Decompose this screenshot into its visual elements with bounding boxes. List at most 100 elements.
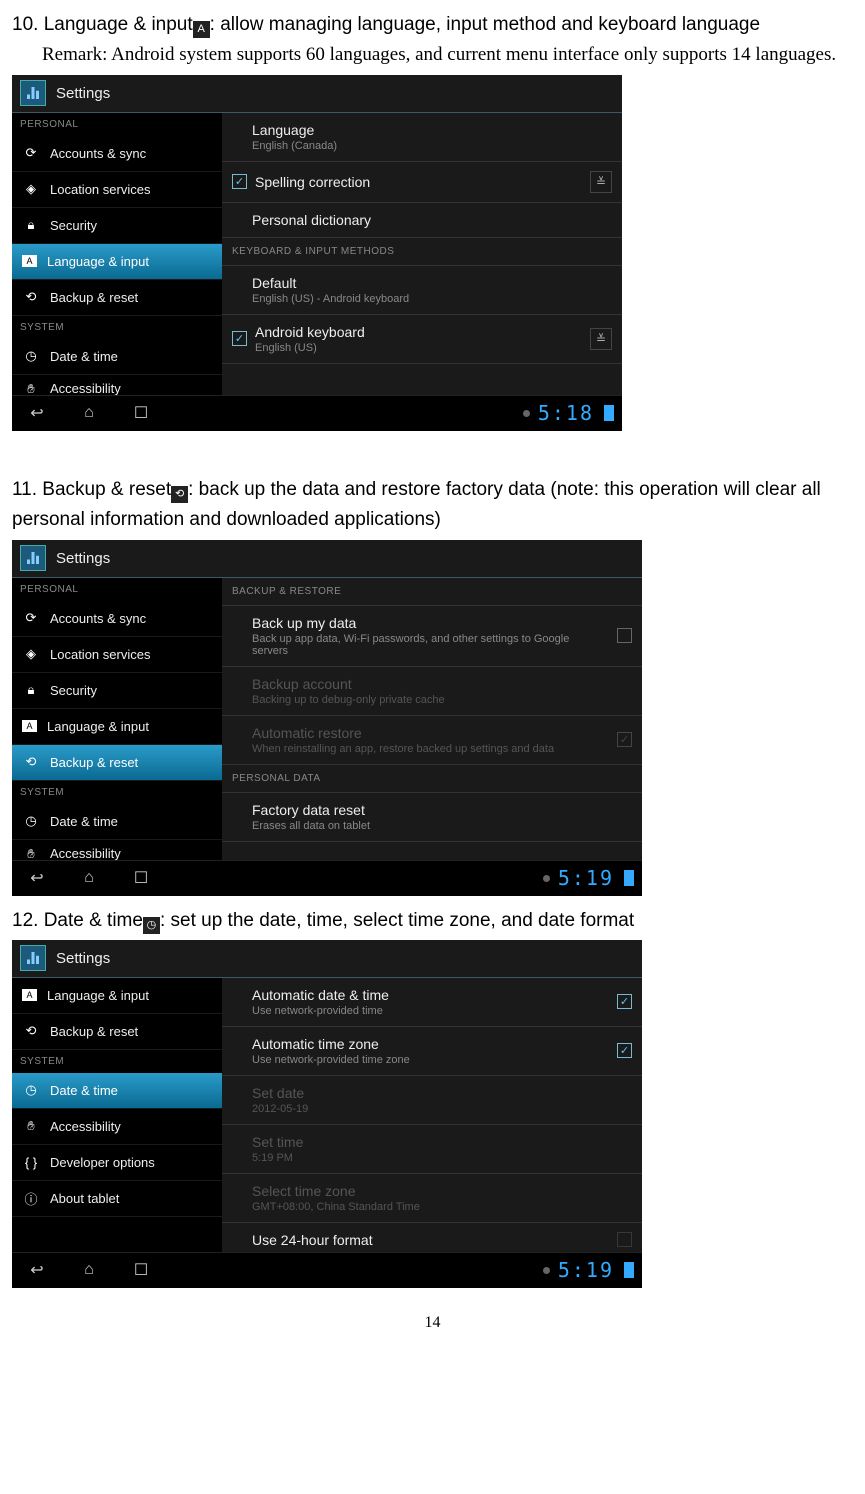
checkbox-checked-icon[interactable]: ✓ xyxy=(232,331,247,346)
nav-back-icon[interactable]: ↩ xyxy=(20,867,54,889)
restore-icon: ⟲ xyxy=(22,289,40,305)
keyboard-icon: A xyxy=(22,720,37,732)
item-auto-timezone[interactable]: Automatic time zoneUse network-provided … xyxy=(222,1027,642,1076)
clock-text: 5:18 xyxy=(538,401,594,425)
nav-home-icon[interactable]: ⌂ xyxy=(72,402,106,424)
tuner-icon[interactable]: ≚ xyxy=(590,328,612,350)
sidebar-item-accessibility[interactable]: ✋︎Accessibility xyxy=(12,840,222,860)
item-spelling[interactable]: ✓Spelling correction≚ xyxy=(222,162,622,203)
settings-content: BACKUP & RESTORE Back up my dataBack up … xyxy=(222,578,642,860)
item-android-kb[interactable]: ✓Android keyboardEnglish (US)≚ xyxy=(222,315,622,364)
hand-icon: ✋︎ xyxy=(22,1118,40,1134)
backup-reset-icon: ⟲ xyxy=(171,486,188,503)
sidebar-group-personal: PERSONAL xyxy=(12,578,222,601)
screenshot-backup-reset: Settings PERSONAL ⟳Accounts & sync ◈Loca… xyxy=(12,540,642,896)
section-10-remark: Remark: Android system supports 60 langu… xyxy=(42,40,853,70)
nav-back-icon[interactable]: ↩ xyxy=(20,402,54,424)
checkbox-empty-icon[interactable] xyxy=(617,628,632,643)
section-10-title: 10. Language & inputA: allow managing la… xyxy=(12,10,853,40)
restore-icon: ⟲ xyxy=(22,754,40,770)
item-backup-account: Backup accountBacking up to debug-only p… xyxy=(222,667,642,716)
sidebar-item-datetime[interactable]: ◷Date & time xyxy=(12,1073,222,1109)
nav-recent-icon[interactable]: ☐ xyxy=(124,867,158,889)
hand-icon: ✋︎ xyxy=(22,381,40,395)
sidebar-group-system: SYSTEM xyxy=(12,1050,222,1073)
restore-icon: ⟲ xyxy=(22,1023,40,1039)
item-select-timezone: Select time zoneGMT+08:00, China Standar… xyxy=(222,1174,642,1223)
battery-icon xyxy=(604,405,614,421)
location-icon: ◈ xyxy=(22,181,40,197)
sidebar-item-security[interactable]: 🔒︎Security xyxy=(12,673,222,709)
sidebar-item-accessibility[interactable]: ✋︎Accessibility xyxy=(12,1109,222,1145)
item-factory-reset[interactable]: Factory data resetErases all data on tab… xyxy=(222,793,642,842)
lock-icon: 🔒︎ xyxy=(22,682,40,698)
keyboard-icon: A xyxy=(22,989,37,1001)
sidebar-item-language[interactable]: ALanguage & input xyxy=(12,978,222,1014)
sidebar-item-backup[interactable]: ⟲Backup & reset xyxy=(12,280,222,316)
nav-home-icon[interactable]: ⌂ xyxy=(72,867,106,889)
item-dictionary[interactable]: Personal dictionary xyxy=(222,203,622,238)
checkbox-checked-icon[interactable]: ✓ xyxy=(617,994,632,1009)
notification-dot[interactable] xyxy=(543,875,550,882)
item-language[interactable]: LanguageEnglish (Canada) xyxy=(222,113,622,162)
sidebar-item-security[interactable]: 🔒︎Security xyxy=(12,208,222,244)
nav-home-icon[interactable]: ⌂ xyxy=(72,1259,106,1281)
settings-icon xyxy=(20,545,46,571)
clock-text: 5:19 xyxy=(558,866,614,890)
notification-dot[interactable] xyxy=(523,410,530,417)
sidebar-item-backup[interactable]: ⟲Backup & reset xyxy=(12,1014,222,1050)
android-navbar: ↩ ⌂ ☐ 5:18 xyxy=(12,395,622,431)
braces-icon: { } xyxy=(22,1154,40,1170)
item-set-time: Set time5:19 PM xyxy=(222,1125,642,1174)
item-auto-restore: Automatic restoreWhen reinstalling an ap… xyxy=(222,716,642,765)
tuner-icon[interactable]: ≚ xyxy=(590,171,612,193)
settings-content: LanguageEnglish (Canada) ✓Spelling corre… xyxy=(222,113,622,395)
android-navbar: ↩ ⌂ ☐ 5:19 xyxy=(12,860,642,896)
sidebar-item-language[interactable]: ALanguage & input xyxy=(12,244,222,280)
sidebar-item-backup[interactable]: ⟲Backup & reset xyxy=(12,745,222,781)
checkbox-checked-icon[interactable]: ✓ xyxy=(232,174,247,189)
checkbox-checked-icon[interactable]: ✓ xyxy=(617,1043,632,1058)
group-backup-restore: BACKUP & RESTORE xyxy=(222,578,642,606)
android-navbar: ↩ ⌂ ☐ 5:19 xyxy=(12,1252,642,1288)
settings-title: Settings xyxy=(56,550,110,567)
item-24hour[interactable]: Use 24-hour format xyxy=(222,1223,642,1252)
sidebar-item-language[interactable]: ALanguage & input xyxy=(12,709,222,745)
sidebar-item-accessibility[interactable]: ✋︎Accessibility xyxy=(12,375,222,395)
settings-sidebar: PERSONAL ⟳Accounts & sync ◈Location serv… xyxy=(12,113,222,395)
sidebar-item-location[interactable]: ◈Location services xyxy=(12,637,222,673)
hand-icon: ✋︎ xyxy=(22,846,40,860)
sidebar-item-datetime[interactable]: ◷Date & time xyxy=(12,339,222,375)
clock-icon: ◷ xyxy=(22,348,40,364)
sidebar-item-datetime[interactable]: ◷Date & time xyxy=(12,804,222,840)
sidebar-item-accounts[interactable]: ⟳Accounts & sync xyxy=(12,136,222,172)
settings-header: Settings xyxy=(12,75,622,113)
sidebar-group-system: SYSTEM xyxy=(12,316,222,339)
datetime-icon: ◷ xyxy=(143,917,160,934)
sidebar-item-developer[interactable]: { }Developer options xyxy=(12,1145,222,1181)
clock-icon: ◷ xyxy=(22,813,40,829)
sidebar-item-about[interactable]: ⓘAbout tablet xyxy=(12,1181,222,1217)
language-input-icon: A xyxy=(193,21,210,38)
keyboard-icon: A xyxy=(22,255,37,267)
nav-recent-icon[interactable]: ☐ xyxy=(124,402,158,424)
item-auto-datetime[interactable]: Automatic date & timeUse network-provide… xyxy=(222,978,642,1027)
sidebar-group-system: SYSTEM xyxy=(12,781,222,804)
item-default-kb[interactable]: DefaultEnglish (US) - Android keyboard xyxy=(222,266,622,315)
checkbox-empty-icon[interactable] xyxy=(617,1232,632,1247)
settings-title: Settings xyxy=(56,950,110,967)
notification-dot[interactable] xyxy=(543,1267,550,1274)
sync-icon: ⟳ xyxy=(22,145,40,161)
sidebar-item-accounts[interactable]: ⟳Accounts & sync xyxy=(12,601,222,637)
group-keyboard: KEYBOARD & INPUT METHODS xyxy=(222,238,622,266)
nav-recent-icon[interactable]: ☐ xyxy=(124,1259,158,1281)
sidebar-item-location[interactable]: ◈Location services xyxy=(12,172,222,208)
item-backup-data[interactable]: Back up my dataBack up app data, Wi-Fi p… xyxy=(222,606,642,667)
nav-back-icon[interactable]: ↩ xyxy=(20,1259,54,1281)
sidebar-group-personal: PERSONAL xyxy=(12,113,222,136)
settings-icon xyxy=(20,945,46,971)
checkbox-disabled-icon: ✓ xyxy=(617,732,632,747)
sync-icon: ⟳ xyxy=(22,610,40,626)
page-number: 14 xyxy=(12,1314,853,1332)
item-set-date: Set date2012-05-19 xyxy=(222,1076,642,1125)
